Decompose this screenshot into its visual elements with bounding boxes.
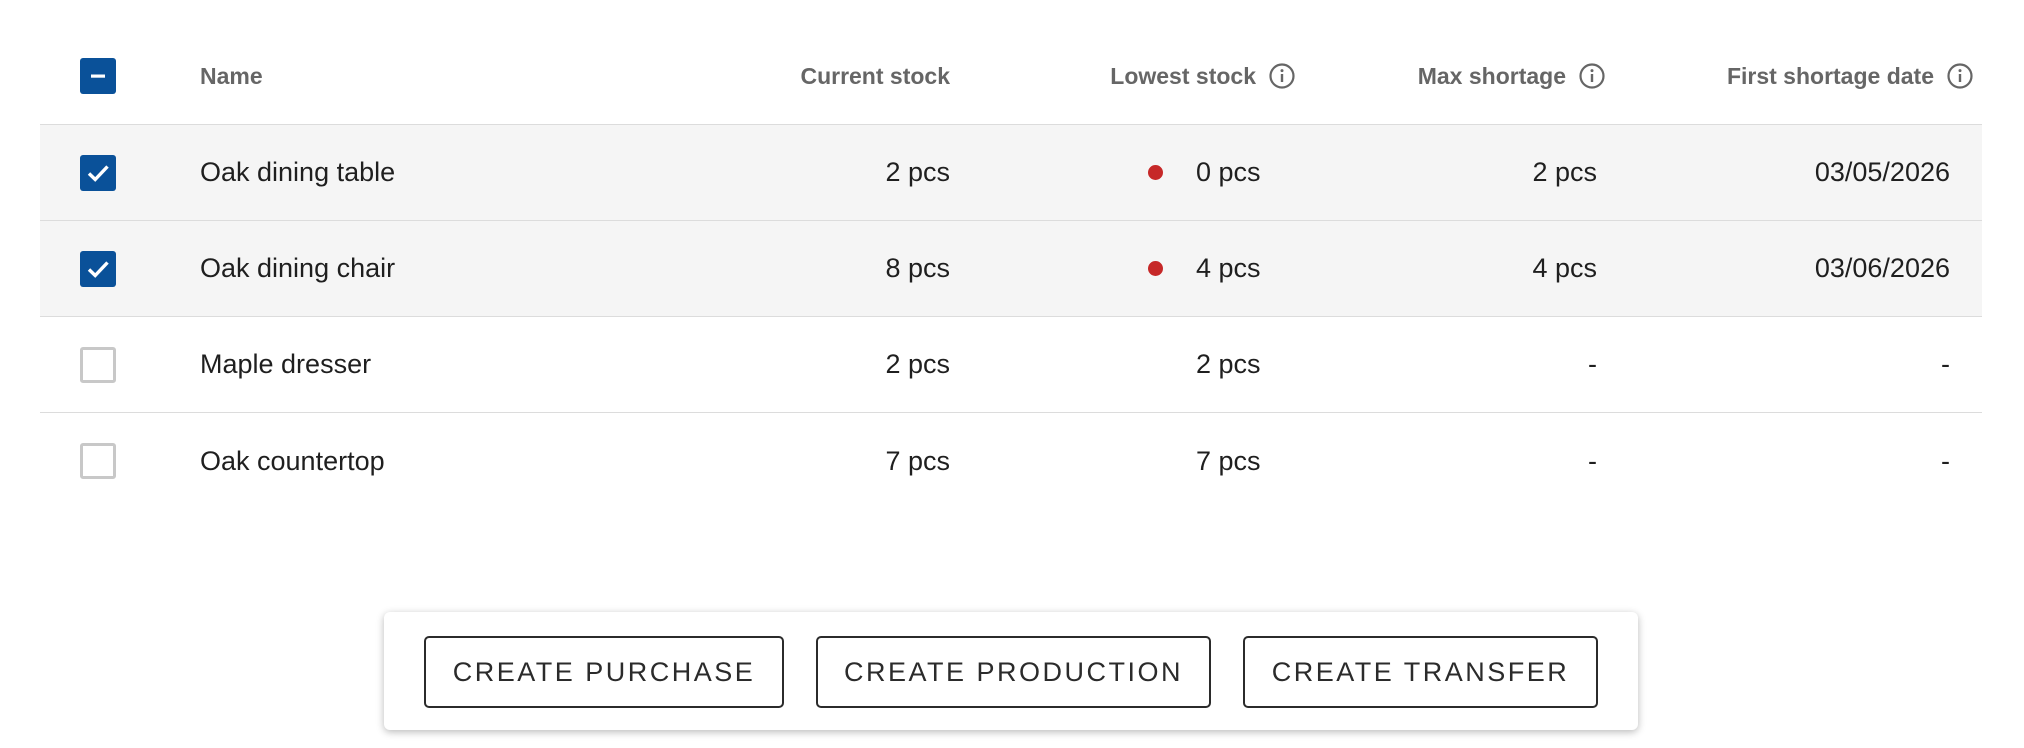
lowest-stock-value: 2 pcs [1196,349,1261,379]
column-header-name[interactable]: Name [200,28,600,124]
lowest-stock-value: 7 pcs [1196,445,1261,476]
current-stock-value: 2 pcs [885,349,950,379]
row-checkbox[interactable] [80,443,116,479]
red-dot-icon [1148,261,1163,276]
info-icon[interactable] [1946,62,1974,90]
current-stock-value: 7 pcs [885,445,950,476]
first-shortage-date-value: - [1941,445,1950,476]
first-shortage-date-value: - [1941,349,1950,379]
header-checkbox-cell [78,28,118,124]
column-header-label: Max shortage [1417,62,1566,89]
max-shortage-value: - [1588,349,1597,379]
bulk-action-bar: CREATE PURCHASE CREATE PRODUCTION CREATE… [384,612,1638,730]
red-dot-icon [1148,165,1163,180]
row-checkbox-cell [78,125,118,220]
item-name[interactable]: Maple dresser [200,317,600,412]
row-checkbox-cell [78,413,118,509]
table-row[interactable]: Oak dining table 2 pcs 0 pcs 2 pcs 03/05… [40,125,1982,221]
first-shortage-date-value: 03/06/2026 [1814,253,1950,283]
column-header-lowest-stock[interactable]: Lowest stock [1000,28,1296,124]
column-header-current-stock[interactable]: Current stock [560,28,950,124]
column-header-max-shortage[interactable]: Max shortage [1300,28,1606,124]
table-row[interactable]: Oak dining chair 8 pcs 4 pcs 4 pcs 03/06… [40,221,1982,317]
table-row[interactable]: Maple dresser 2 pcs 2 pcs - - [40,317,1982,413]
column-header-label: First shortage date [1726,62,1934,89]
create-transfer-button[interactable]: CREATE TRANSFER [1243,636,1598,708]
create-production-button[interactable]: CREATE PRODUCTION [816,636,1211,708]
lowest-stock-cell: 2 pcs [1000,317,1270,412]
column-header-first-shortage-date[interactable]: First shortage date [1640,28,1974,124]
minus-icon [91,74,105,78]
lowest-stock-value: 0 pcs [1196,157,1261,187]
row-checkbox[interactable] [80,250,116,287]
current-stock-value: 8 pcs [885,253,950,283]
item-name[interactable]: Oak dining chair [200,221,600,316]
check-icon [87,164,109,182]
column-header-label: Name [200,62,263,89]
lowest-stock-value: 4 pcs [1196,253,1261,283]
stock-table: Name Current stock Lowest stock Max shor… [40,28,1982,509]
row-checkbox[interactable] [80,346,116,383]
check-icon [87,260,109,278]
max-shortage-value: 2 pcs [1532,157,1597,187]
item-name[interactable]: Oak countertop [200,413,600,509]
item-name[interactable]: Oak dining table [200,125,600,220]
first-shortage-date-value: 03/05/2026 [1814,157,1950,187]
max-shortage-value: 4 pcs [1532,253,1597,283]
select-all-checkbox[interactable] [80,58,116,94]
info-icon[interactable] [1578,62,1606,90]
create-purchase-button[interactable]: CREATE PURCHASE [424,636,784,708]
table-header-row: Name Current stock Lowest stock Max shor… [40,28,1982,125]
info-icon[interactable] [1268,62,1296,90]
column-header-label: Current stock [800,62,950,89]
max-shortage-value: - [1588,445,1597,476]
table-row[interactable]: Oak countertop 7 pcs 7 pcs - - [40,413,1982,509]
lowest-stock-cell: 4 pcs [1000,221,1270,316]
row-checkbox-cell [78,221,118,316]
row-checkbox[interactable] [80,154,116,191]
lowest-stock-cell: 7 pcs [1000,413,1270,509]
row-checkbox-cell [78,317,118,412]
lowest-stock-cell: 0 pcs [1000,125,1270,220]
column-header-label: Lowest stock [1110,62,1256,89]
current-stock-value: 2 pcs [885,157,950,187]
